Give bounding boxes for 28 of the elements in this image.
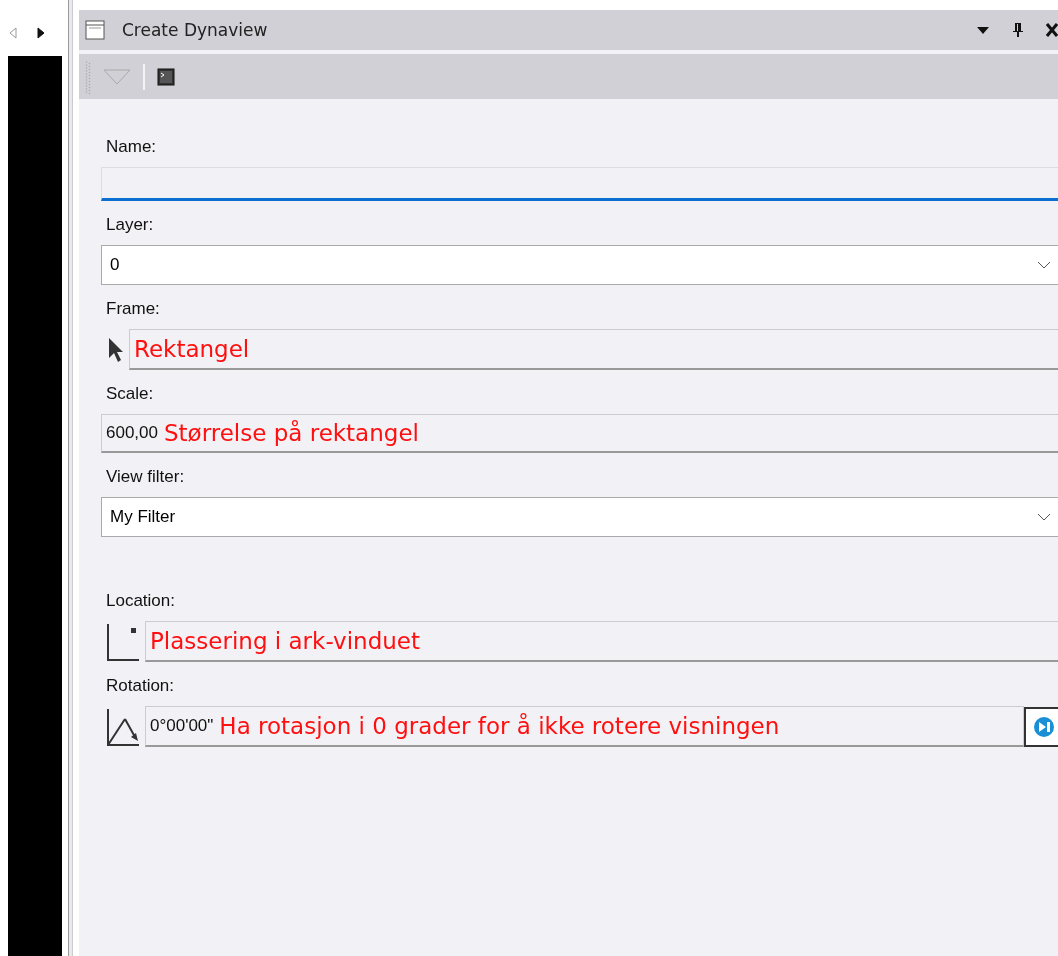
window-icon bbox=[84, 19, 106, 41]
corner-point-icon[interactable] bbox=[105, 621, 141, 662]
dropdown[interactable]: 0 bbox=[101, 245, 1058, 285]
field-label: View filter: bbox=[105, 467, 186, 488]
input-field[interactable]: 600,00 Størrelse på rektangel bbox=[101, 414, 1058, 453]
close-icon[interactable] bbox=[1046, 23, 1058, 37]
input-field[interactable]: 0°00'00" Ha rotasjon i 0 grader for å ikke rotere visningen bbox=[145, 706, 1024, 747]
field-label: Location: bbox=[105, 591, 176, 612]
pin-icon[interactable] bbox=[1012, 22, 1024, 38]
field-label: Scale: bbox=[105, 384, 155, 405]
dropdown-icon[interactable] bbox=[976, 25, 990, 35]
skip-icon bbox=[1033, 715, 1055, 738]
next-button[interactable] bbox=[1024, 706, 1058, 747]
chevron-down-icon bbox=[1037, 513, 1051, 521]
input-field[interactable]: Plassering i ark-vinduet bbox=[145, 621, 1058, 662]
angle-icon[interactable] bbox=[105, 706, 141, 747]
chevron-down-icon bbox=[1037, 261, 1051, 269]
input-field[interactable]: Rektangel bbox=[129, 329, 1058, 370]
terminal-icon[interactable] bbox=[157, 67, 175, 86]
right-arrow-icon[interactable] bbox=[36, 26, 46, 40]
field-label: Rotation: bbox=[105, 676, 176, 697]
grip-icon bbox=[85, 59, 91, 94]
field-label: Frame: bbox=[105, 299, 161, 320]
name-field[interactable] bbox=[101, 167, 1058, 201]
dropdown[interactable]: My Filter bbox=[101, 497, 1058, 537]
field-label: Name: bbox=[105, 137, 158, 158]
window-title: Create Dynaview bbox=[122, 20, 268, 40]
field-label: Layer: bbox=[105, 215, 155, 236]
